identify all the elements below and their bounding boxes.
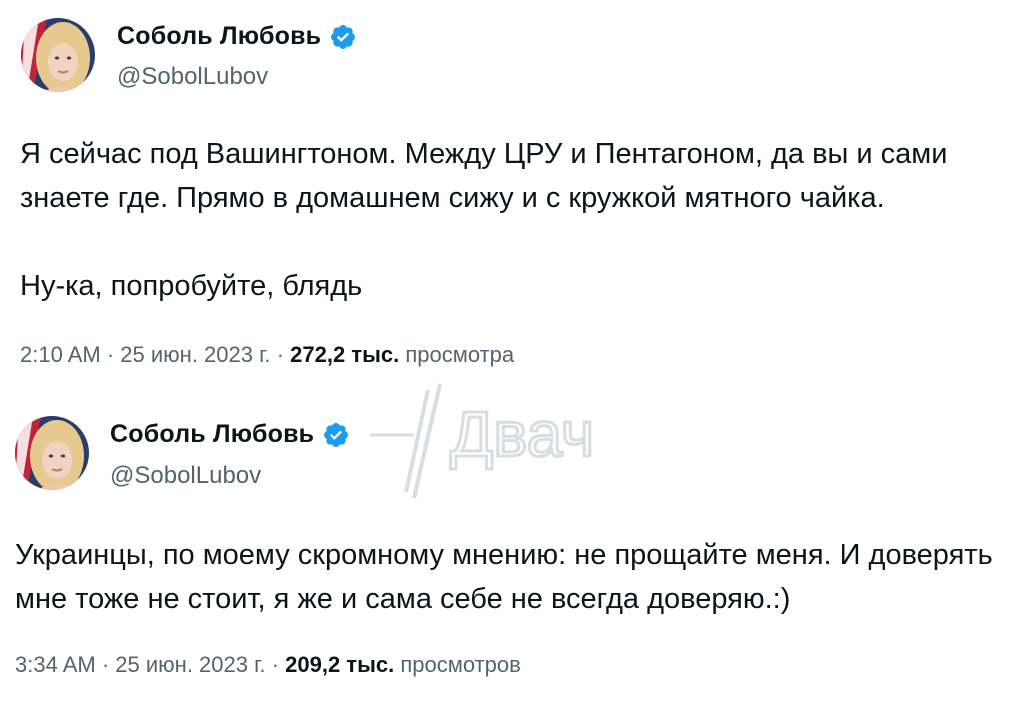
author-row: Соболь Любовь <box>110 420 350 449</box>
tweet-1: Соболь Любовь @SobolLubov Я сейчас под В… <box>0 0 1024 395</box>
meta-separator: · <box>101 652 110 677</box>
screenshot-canvas: Соболь Любовь @SobolLubov Я сейчас под В… <box>0 0 1024 711</box>
avatar[interactable] <box>21 18 95 92</box>
meta-separator: · <box>271 652 280 677</box>
meta-separator: · <box>276 342 285 367</box>
avatar[interactable] <box>15 416 89 490</box>
tweet-2: Соболь Любовь @SobolLubov Украинцы, по м… <box>0 395 1024 711</box>
tweet-time[interactable]: 3:34 AM <box>15 652 96 677</box>
views-count[interactable]: 272,2 тыс. <box>290 342 399 367</box>
meta-separator: · <box>106 342 115 367</box>
author-handle[interactable]: @SobolLubov <box>117 63 268 91</box>
tweet-meta: 3:34 AM · 25 июн. 2023 г. · 209,2 тыс. п… <box>15 652 521 678</box>
tweet-text: Украинцы, по моему скромному мнению: не … <box>15 539 993 615</box>
author-name[interactable]: Соболь Любовь <box>117 22 321 51</box>
author-name[interactable]: Соболь Любовь <box>110 420 314 449</box>
tweet-date[interactable]: 25 июн. 2023 г. <box>120 342 270 367</box>
verified-badge-icon[interactable] <box>329 23 357 51</box>
avatar-photo <box>15 416 89 490</box>
avatar-photo <box>21 18 95 92</box>
verified-badge-icon[interactable] <box>322 421 350 449</box>
author-handle[interactable]: @SobolLubov <box>110 462 261 490</box>
views-label[interactable]: просмотров <box>400 652 521 677</box>
tweet-date[interactable]: 25 июн. 2023 г. <box>115 652 265 677</box>
tweet-text: Я сейчас под Вашингтоном. Между ЦРУ и Пе… <box>20 138 948 302</box>
views-label[interactable]: просмотра <box>405 342 514 367</box>
author-row: Соболь Любовь <box>117 22 357 51</box>
views-count[interactable]: 209,2 тыс. <box>285 652 394 677</box>
tweet-meta: 2:10 AM · 25 июн. 2023 г. · 272,2 тыс. п… <box>20 342 514 368</box>
tweet-time[interactable]: 2:10 AM <box>20 342 101 367</box>
